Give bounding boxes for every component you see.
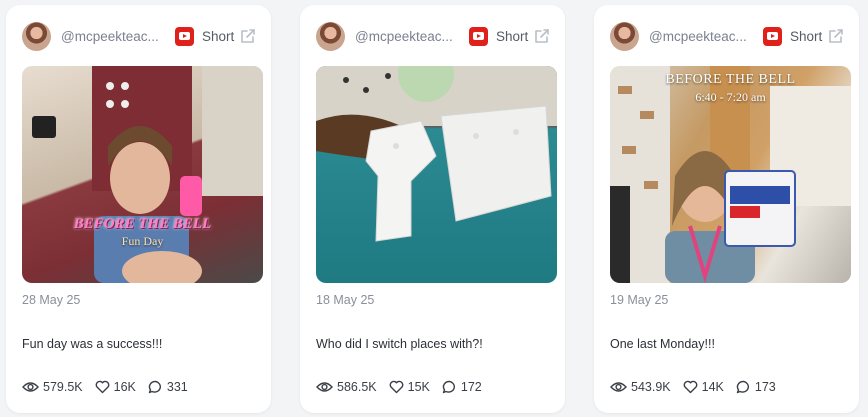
publish-date: 28 May 25 — [22, 293, 81, 307]
video-caption: Who did I switch places with?! — [316, 337, 483, 351]
channel-handle[interactable]: @mcpeekteac... — [355, 29, 461, 44]
eye-icon — [22, 382, 39, 392]
engagement-stats: 579.5K 16K 331 — [22, 380, 200, 394]
avatar[interactable] — [316, 21, 345, 51]
engagement-stats: 586.5K 15K 172 — [316, 380, 494, 394]
publish-date: 18 May 25 — [316, 293, 375, 307]
comments-count: 172 — [460, 380, 482, 394]
card-header: @mcpeekteac... Short — [610, 19, 845, 53]
video-caption: Fun day was a success!!! — [22, 337, 163, 351]
channel-handle[interactable]: @mcpeekteac... — [649, 29, 755, 44]
comment-icon — [736, 380, 749, 394]
video-thumbnail[interactable] — [316, 66, 557, 283]
comments-count: 331 — [166, 380, 188, 394]
likes-count: 14K — [701, 380, 724, 394]
external-link-icon[interactable] — [239, 27, 257, 45]
video-card[interactable]: @mcpeekteac... Short BEFORE THE BELL 6:4… — [594, 5, 859, 413]
comment-icon — [148, 380, 161, 394]
video-thumbnail[interactable]: BEFORE THE BELL 6:40 - 7:20 am — [610, 66, 851, 283]
thumbnail-scene — [316, 66, 557, 242]
heart-icon — [389, 380, 404, 394]
comments-stat: 331 — [148, 380, 188, 394]
video-type-label: Short — [790, 28, 823, 44]
views-count: 543.9K — [631, 380, 671, 394]
likes-count: 15K — [407, 380, 430, 394]
likes-stat: 15K — [389, 380, 430, 394]
likes-count: 16K — [113, 380, 136, 394]
video-caption: One last Monday!!! — [610, 337, 715, 351]
card-header: @mcpeekteac... Short — [316, 19, 551, 53]
video-type-label: Short — [202, 28, 235, 44]
youtube-icon — [763, 26, 782, 46]
thumbnail-scene — [32, 66, 263, 283]
thumbnail-overlay-title: BEFORE THE BELL — [73, 216, 212, 232]
external-link-icon[interactable] — [827, 27, 845, 45]
avatar[interactable] — [22, 21, 51, 51]
video-card[interactable]: @mcpeekteac... Short BEFORE THE BELL Fun… — [6, 5, 271, 413]
engagement-stats: 543.9K 14K 173 — [610, 380, 788, 394]
card-header: @mcpeekteac... Short — [22, 19, 257, 53]
eye-icon — [316, 382, 333, 392]
views-stat: 586.5K — [316, 380, 377, 394]
views-count: 579.5K — [43, 380, 83, 394]
video-card[interactable]: @mcpeekteac... Short 18 May 25 Who did I… — [300, 5, 565, 413]
views-stat: 579.5K — [22, 380, 83, 394]
comments-stat: 173 — [736, 380, 776, 394]
likes-stat: 14K — [683, 380, 724, 394]
avatar[interactable] — [610, 21, 639, 51]
youtube-icon — [469, 26, 488, 46]
views-count: 586.5K — [337, 380, 377, 394]
likes-stat: 16K — [95, 380, 136, 394]
thumbnail-overlay-title: BEFORE THE BELL — [665, 72, 796, 87]
youtube-icon — [175, 26, 194, 46]
eye-icon — [610, 382, 627, 392]
comment-icon — [442, 380, 455, 394]
channel-handle[interactable]: @mcpeekteac... — [61, 29, 167, 44]
comments-count: 173 — [754, 380, 776, 394]
comments-stat: 172 — [442, 380, 482, 394]
external-link-icon[interactable] — [533, 27, 551, 45]
publish-date: 19 May 25 — [610, 293, 669, 307]
thumbnail-overlay-subtitle: 6:40 - 7:20 am — [695, 90, 766, 104]
views-stat: 543.9K — [610, 380, 671, 394]
video-type-label: Short — [496, 28, 529, 44]
video-thumbnail[interactable]: BEFORE THE BELL Fun Day — [22, 66, 263, 283]
heart-icon — [95, 380, 110, 394]
thumbnail-overlay-subtitle: Fun Day — [121, 234, 164, 248]
heart-icon — [683, 380, 698, 394]
